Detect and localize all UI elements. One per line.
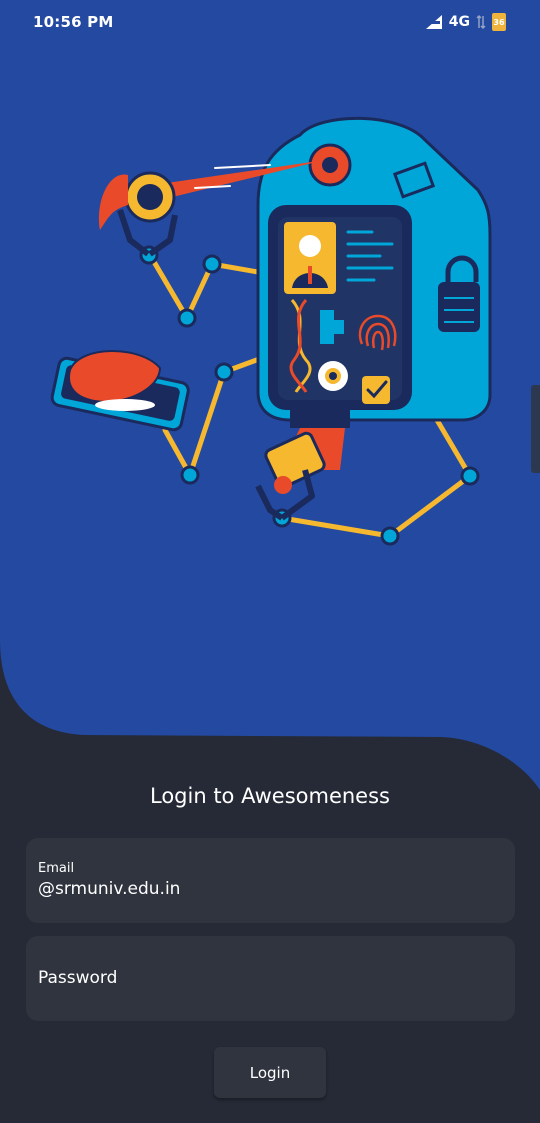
battery-icon: 36 [492,13,506,31]
network-type: 4G [448,14,470,30]
email-input[interactable] [38,879,498,899]
email-label: Email [38,861,75,876]
signal-icon [425,15,442,29]
data-transfer-icon [476,15,486,29]
email-field[interactable]: Email [26,838,515,923]
login-title: Login to Awesomeness [150,784,390,808]
status-time: 10:56 PM [33,13,114,31]
status-bar: 10:56 PM 4G 36 [0,0,540,44]
password-placeholder: Password [38,968,118,988]
login-button[interactable]: Login [214,1047,326,1098]
password-field[interactable]: Password [26,936,515,1021]
status-icons: 4G 36 [425,12,506,32]
edge-panel-handle[interactable] [531,385,540,473]
